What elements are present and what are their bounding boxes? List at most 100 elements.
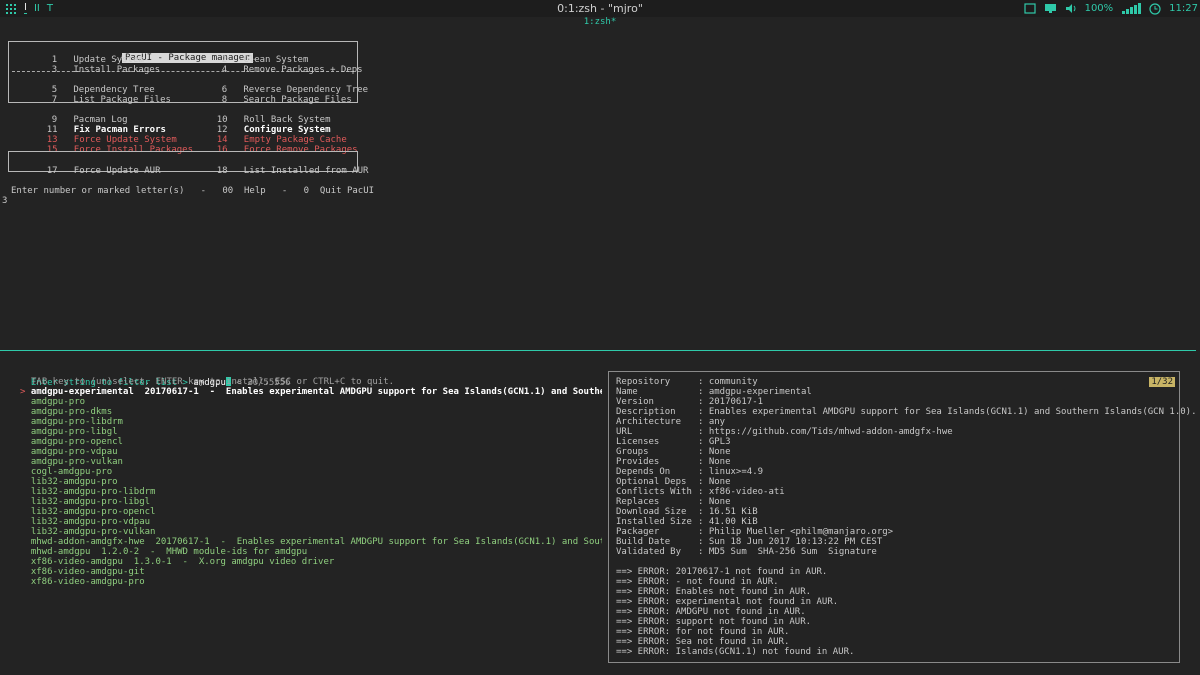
package-results-list: > amdgpu-experimental 20170617-1 - Enabl… — [20, 387, 602, 587]
error-line: ==> ERROR: experimental not found in AUR… — [616, 597, 838, 607]
window-icon[interactable] — [1024, 3, 1036, 14]
field-sep: : — [698, 537, 709, 547]
field-sep: : — [698, 457, 709, 467]
result-text: amdgpu-pro-libgl — [31, 427, 118, 437]
field-sep: : — [698, 477, 709, 487]
selection-marker — [20, 527, 31, 537]
field-key: Version — [616, 397, 698, 407]
error-line: ==> ERROR: Enables not found in AUR. — [616, 587, 811, 597]
result-item[interactable]: xf86-video-amdgpu-git — [20, 567, 602, 577]
result-text: mhwd-amdgpu 1.2.0-2 - MHWD module-ids fo… — [31, 547, 307, 557]
field-value: 16.51 KiB — [709, 507, 758, 517]
preview-field: Name: amdgpu-experimental — [616, 387, 812, 397]
error-line: ==> ERROR: Sea not found in AUR. — [616, 637, 789, 647]
system-tray: 100% 11:27 — [1016, 1, 1198, 16]
field-value: MD5 Sum SHA-256 Sum Signature — [709, 547, 877, 557]
top-panel: I II T 0:1:zsh - "mjro" 100% 11:27 — [0, 0, 1200, 17]
result-item[interactable]: > amdgpu-experimental 20170617-1 - Enabl… — [20, 387, 602, 397]
preview-field: Optional Deps: None — [616, 477, 731, 487]
display-icon[interactable] — [1044, 3, 1057, 14]
tmux-window-tab[interactable]: 1:zsh* — [0, 17, 1200, 27]
selection-marker — [20, 397, 31, 407]
error-line: ==> ERROR: - not found in AUR. — [616, 577, 779, 587]
field-value: None — [709, 497, 731, 507]
field-key: Packager — [616, 527, 698, 537]
selection-marker — [20, 477, 31, 487]
field-value: GPL3 — [709, 437, 731, 447]
result-item[interactable]: lib32-amdgpu-pro-libgl — [20, 497, 602, 507]
result-item[interactable]: lib32-amdgpu-pro — [20, 477, 602, 487]
result-text: cogl-amdgpu-pro — [31, 467, 112, 477]
preview-field: Validated By: MD5 Sum SHA-256 Sum Signat… — [616, 547, 877, 557]
field-sep: : — [698, 527, 709, 537]
result-item[interactable]: xf86-video-amdgpu-pro — [20, 577, 602, 587]
signal-bars-icon — [1121, 3, 1141, 14]
error-line: ==> ERROR: Islands(GCN1.1) not found in … — [616, 647, 854, 657]
field-key: Installed Size — [616, 517, 698, 527]
preview-field: Replaces: None — [616, 497, 731, 507]
result-item[interactable]: lib32-amdgpu-pro-opencl — [20, 507, 602, 517]
field-key: Licenses — [616, 437, 698, 447]
selection-marker — [20, 507, 31, 517]
preview-field: Packager: Philip Mueller <philm@manjaro.… — [616, 527, 893, 537]
field-sep: : — [698, 437, 709, 447]
field-value: 20170617-1 — [709, 397, 763, 407]
result-item[interactable]: amdgpu-pro-libdrm — [20, 417, 602, 427]
result-text: amdgpu-pro-opencl — [31, 437, 123, 447]
selection-marker — [20, 547, 31, 557]
menu-item-18[interactable]: 18 List Installed from AUR — [195, 156, 368, 186]
field-sep: : — [698, 407, 709, 417]
result-item[interactable]: cogl-amdgpu-pro — [20, 467, 602, 477]
field-sep: : — [698, 397, 709, 407]
preview-field: Download Size: 16.51 KiB — [616, 507, 758, 517]
field-sep: : — [698, 417, 709, 427]
field-value: Philip Mueller <philm@manjaro.org> — [709, 527, 893, 537]
error-line: ==> ERROR: AMDGPU not found in AUR. — [616, 607, 806, 617]
result-text: lib32-amdgpu-pro-libgl — [31, 497, 150, 507]
result-item[interactable]: lib32-amdgpu-pro-vulkan — [20, 527, 602, 537]
result-item[interactable]: amdgpu-pro-dkms — [20, 407, 602, 417]
result-text: amdgpu-pro-dkms — [31, 407, 112, 417]
result-item[interactable]: lib32-amdgpu-pro-vdpau — [20, 517, 602, 527]
pacui-menu-pane: .: PacUI - Package manager :. 1 Update S… — [0, 27, 1200, 349]
selection-marker — [20, 567, 31, 577]
result-text: xf86-video-amdgpu-pro — [31, 577, 145, 587]
result-item[interactable]: mhwd-addon-amdgfx-hwe 20170617-1 - Enabl… — [20, 537, 602, 547]
field-key: URL — [616, 427, 698, 437]
field-key: Optional Deps — [616, 477, 698, 487]
selection-marker — [20, 537, 31, 547]
result-text: amdgpu-pro-vdpau — [31, 447, 118, 457]
selection-marker — [20, 447, 31, 457]
selection-marker — [20, 517, 31, 527]
field-key: Download Size — [616, 507, 698, 517]
field-value: https://github.com/Tids/mhwd-addon-amdgf… — [709, 427, 953, 437]
volume-icon[interactable] — [1065, 3, 1077, 14]
result-item[interactable]: amdgpu-pro — [20, 397, 602, 407]
result-text: amdgpu-pro-libdrm — [31, 417, 123, 427]
result-item[interactable]: mhwd-amdgpu 1.2.0-2 - MHWD module-ids fo… — [20, 547, 602, 557]
field-sep: : — [698, 497, 709, 507]
field-value: xf86-video-ati — [709, 487, 785, 497]
battery-percent: 100% — [1085, 4, 1114, 14]
menu-item-17[interactable]: 17 Force Update AUR — [25, 156, 161, 186]
field-key: Repository — [616, 377, 698, 387]
field-key: Name — [616, 387, 698, 397]
field-value: Enables experimental AMDGPU support for … — [709, 407, 1197, 417]
result-item[interactable]: xf86-video-amdgpu 1.3.0-1 - X.org amdgpu… — [20, 557, 602, 567]
result-item[interactable]: amdgpu-pro-libgl — [20, 427, 602, 437]
field-key: Conflicts With — [616, 487, 698, 497]
result-item[interactable]: amdgpu-pro-vdpau — [20, 447, 602, 457]
preview-field: Conflicts With: xf86-video-ati — [616, 487, 785, 497]
field-key: Architecture — [616, 417, 698, 427]
preview-field: Licenses: GPL3 — [616, 437, 731, 447]
pane-divider[interactable] — [0, 350, 1196, 351]
result-item[interactable]: amdgpu-pro-vulkan — [20, 457, 602, 467]
preview-field: Description: Enables experimental AMDGPU… — [616, 407, 1197, 417]
result-text: xf86-video-amdgpu 1.3.0-1 - X.org amdgpu… — [31, 557, 334, 567]
typed-input[interactable]: 3 — [2, 196, 7, 206]
result-item[interactable]: lib32-amdgpu-pro-libdrm — [20, 487, 602, 497]
field-value: None — [709, 477, 731, 487]
result-item[interactable]: amdgpu-pro-opencl — [20, 437, 602, 447]
selection-marker — [20, 437, 31, 447]
field-key: Description — [616, 407, 698, 417]
